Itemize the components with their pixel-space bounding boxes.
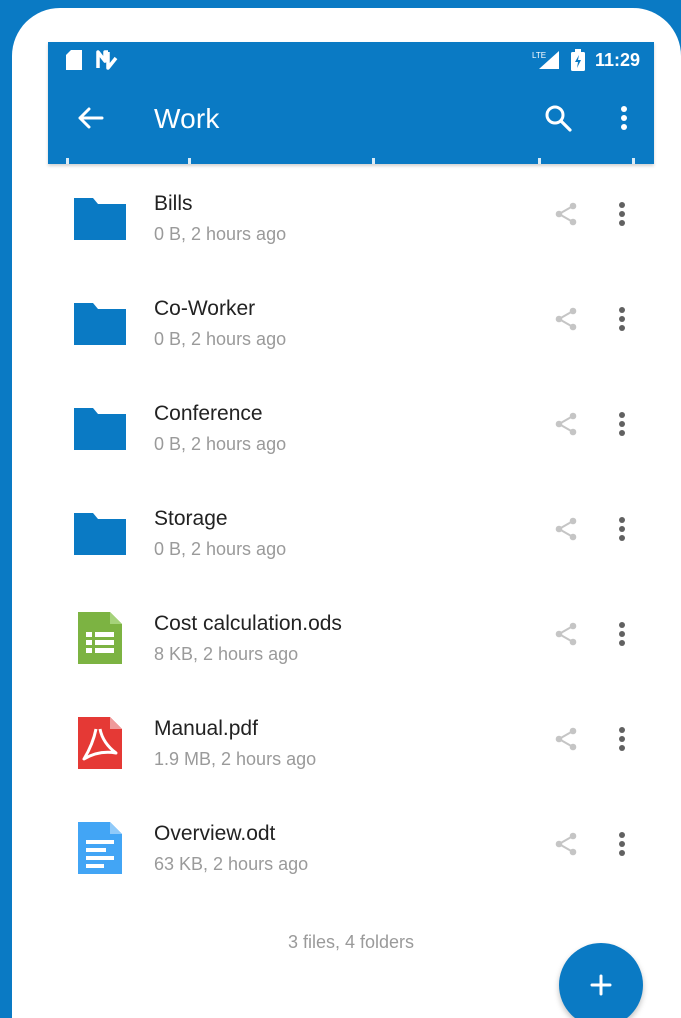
share-icon (555, 517, 577, 541)
file-meta: 0 B, 2 hours ago (154, 329, 287, 349)
more-vertical-icon (619, 622, 625, 646)
file-row[interactable]: Co-Worker 0 B, 2 hours ago (48, 269, 654, 374)
file-menu-button[interactable] (608, 511, 636, 547)
file-meta: 0 B, 2 hours ago (154, 539, 287, 559)
file-name: Storage (154, 507, 228, 530)
add-button[interactable] (559, 943, 643, 1018)
file-menu-button[interactable] (608, 196, 636, 232)
file-menu-button[interactable] (608, 301, 636, 337)
search-icon (545, 105, 572, 132)
file-meta: 0 B, 2 hours ago (154, 434, 287, 454)
search-button[interactable] (538, 98, 578, 138)
file-name: Cost calculation.ods (154, 612, 342, 635)
status-bar: LTE 11:29 (48, 42, 654, 80)
share-icon (555, 307, 577, 331)
share-icon (555, 202, 577, 226)
status-time: 11:29 (594, 49, 640, 70)
spreadsheet-icon (72, 610, 128, 666)
arrow-left-icon (78, 107, 104, 129)
more-vertical-icon (619, 727, 625, 751)
file-menu-button[interactable] (608, 721, 636, 757)
lte-signal-icon: LTE (532, 51, 559, 69)
n-notification-icon (96, 50, 118, 70)
folder-icon (72, 190, 128, 246)
pdf-icon (72, 715, 128, 771)
file-name: Conference (154, 402, 263, 425)
signal-label: LTE (532, 51, 546, 60)
file-menu-button[interactable] (608, 826, 636, 862)
share-button[interactable] (550, 723, 582, 755)
file-meta: 8 KB, 2 hours ago (154, 644, 299, 664)
file-row[interactable]: Bills 0 B, 2 hours ago (48, 164, 654, 269)
folder-summary: 3 files, 4 folders (287, 932, 415, 952)
file-name: Overview.odt (154, 822, 276, 845)
file-name: Bills (154, 192, 193, 215)
more-vertical-icon (619, 202, 625, 226)
share-icon (555, 727, 577, 751)
file-meta: 1.9 MB, 2 hours ago (154, 749, 317, 769)
share-icon (555, 832, 577, 856)
page-title: Work (154, 103, 220, 134)
share-icon (555, 412, 577, 436)
file-row[interactable]: Manual.pdf 1.9 MB, 2 hours ago (48, 689, 654, 794)
file-name: Co-Worker (154, 297, 256, 320)
share-icon (555, 622, 577, 646)
file-row[interactable]: Cost calculation.ods 8 KB, 2 hours ago (48, 584, 654, 689)
app-bar: LTE 11:29 Work (48, 42, 654, 164)
overflow-menu-button[interactable] (604, 98, 644, 138)
file-meta: 63 KB, 2 hours ago (154, 854, 309, 874)
file-menu-button[interactable] (608, 616, 636, 652)
folder-icon (72, 295, 128, 351)
battery-icon (570, 49, 585, 71)
back-button[interactable] (70, 98, 110, 138)
more-vertical-icon (619, 517, 625, 541)
share-button[interactable] (550, 513, 582, 545)
phone-screen: LTE 11:29 Work Bills 0 B, 2 hours ago Co… (12, 8, 681, 1018)
file-row[interactable]: Overview.odt 63 KB, 2 hours ago (48, 794, 654, 899)
sd-card-icon (66, 50, 82, 70)
more-vertical-icon (619, 412, 625, 436)
more-vertical-icon (619, 832, 625, 856)
share-button[interactable] (550, 408, 582, 440)
share-button[interactable] (550, 303, 582, 335)
plus-icon (590, 974, 612, 996)
more-vertical-icon (619, 307, 625, 331)
file-list: Bills 0 B, 2 hours ago Co-Worker 0 B, 2 … (48, 164, 654, 899)
file-meta: 0 B, 2 hours ago (154, 224, 287, 244)
file-row[interactable]: Storage 0 B, 2 hours ago (48, 479, 654, 584)
share-button[interactable] (550, 828, 582, 860)
folder-icon (72, 400, 128, 456)
document-icon (72, 820, 128, 876)
file-menu-button[interactable] (608, 406, 636, 442)
share-button[interactable] (550, 198, 582, 230)
more-vertical-icon (621, 106, 627, 130)
folder-icon (72, 505, 128, 561)
file-name: Manual.pdf (154, 717, 258, 740)
toolbar: Work (48, 80, 654, 154)
share-button[interactable] (550, 618, 582, 650)
file-row[interactable]: Conference 0 B, 2 hours ago (48, 374, 654, 479)
